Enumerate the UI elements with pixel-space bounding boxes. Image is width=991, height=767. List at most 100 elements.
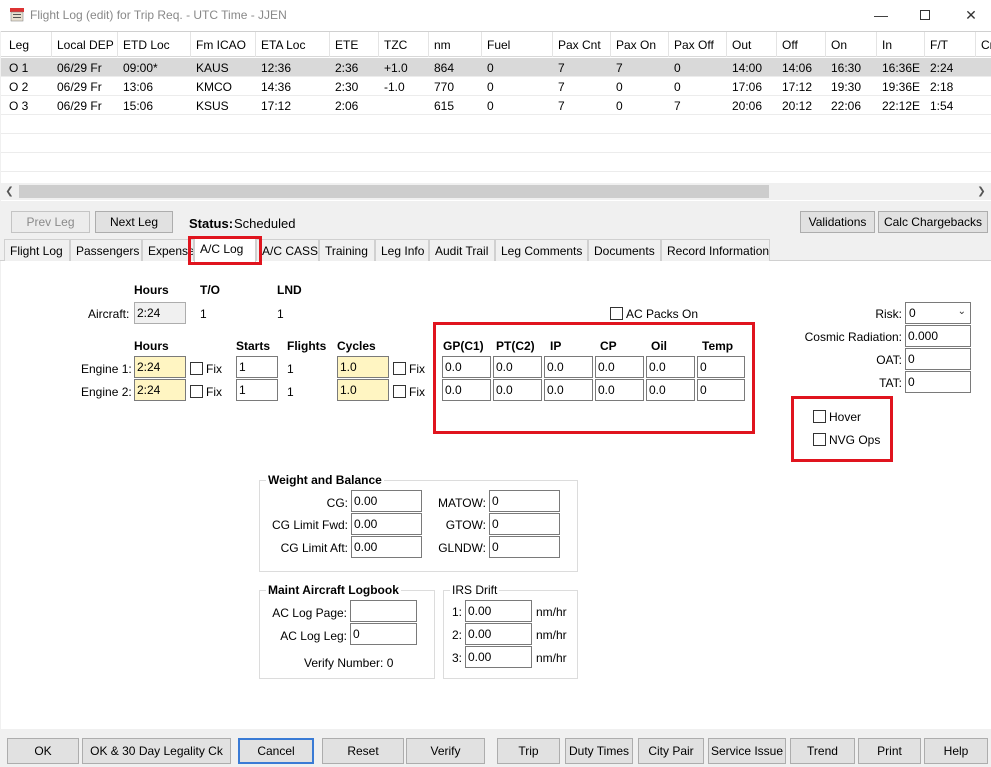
grid-col-header[interactable]: In — [882, 38, 892, 52]
ok-button[interactable]: OK — [7, 738, 79, 764]
duty-times-button[interactable]: Duty Times — [565, 738, 633, 764]
cg-limit-aft-field[interactable]: 0.00 — [351, 536, 422, 558]
engine2-cycles-fix-checkbox[interactable] — [393, 385, 406, 398]
engine1-cycles-fix-checkbox[interactable] — [393, 362, 406, 375]
grid-horizontal-scrollbar[interactable]: ❮ ❯ — [1, 183, 991, 200]
tab-expenses[interactable]: Expenses — [142, 239, 194, 261]
grid-col-separator[interactable] — [552, 32, 553, 57]
grid-col-header[interactable]: Off — [782, 38, 798, 52]
engine2-starts-field[interactable]: 1 — [236, 379, 278, 401]
tab-documents[interactable]: Documents — [588, 239, 661, 261]
tab-flight-log[interactable]: Flight Log — [4, 239, 70, 261]
tat-field[interactable]: 0 — [905, 371, 971, 393]
table-row[interactable]: O 2 06/29 Fr 13:06 KMCO 14:36 2:30 -1.0 770 0 7 0 0… — [1, 77, 991, 96]
grid-col-header[interactable]: Pax Off — [674, 38, 714, 52]
grid-col-header[interactable]: ETA Loc — [261, 38, 305, 52]
ok-30-day-legality-button[interactable]: OK & 30 Day Legality Ck — [82, 738, 231, 764]
tab-training[interactable]: Training — [319, 239, 375, 261]
gtow-field[interactable]: 0 — [489, 513, 560, 535]
legs-grid[interactable]: Leg Local DEP ETD Loc Fm ICAO ETA Loc ETE TZC n… — [1, 31, 991, 201]
grid-col-header[interactable]: ETE — [335, 38, 358, 52]
service-issue-button[interactable]: Service Issue — [708, 738, 786, 764]
table-cell: 864 — [434, 61, 455, 75]
cg-limit-fwd-field[interactable]: 0.00 — [351, 513, 422, 535]
next-leg-button[interactable]: Next Leg — [95, 211, 173, 233]
reset-button[interactable]: Reset — [322, 738, 404, 764]
calc-chargebacks-button[interactable]: Calc Chargebacks — [878, 211, 988, 233]
engine1-starts-field[interactable]: 1 — [236, 356, 278, 378]
risk-select[interactable]: 0 ⌄ — [905, 302, 971, 324]
ac-packs-on-checkbox[interactable] — [610, 307, 623, 320]
grid-col-separator[interactable] — [117, 32, 118, 57]
grid-col-header[interactable]: Fm ICAO — [196, 38, 246, 52]
grid-col-separator[interactable] — [378, 32, 379, 57]
minimize-button[interactable]: — — [858, 4, 904, 26]
grid-col-header[interactable]: Cr — [981, 38, 991, 52]
grid-col-separator[interactable] — [428, 32, 429, 57]
prev-leg-button[interactable]: Prev Leg — [11, 211, 90, 233]
print-button[interactable]: Print — [858, 738, 921, 764]
city-pair-button[interactable]: City Pair — [638, 738, 704, 764]
engine1-hours-field[interactable]: 2:24 — [134, 356, 186, 378]
tab-ac-cass[interactable]: A/C CASS — [256, 239, 319, 261]
scroll-thumb[interactable] — [19, 185, 769, 198]
grid-col-separator[interactable] — [255, 32, 256, 57]
engine2-hours-field[interactable]: 2:24 — [134, 379, 186, 401]
irs-3-field[interactable]: 0.00 — [465, 646, 532, 668]
irs-1-field[interactable]: 0.00 — [465, 600, 532, 622]
tab-audit-trail[interactable]: Audit Trail — [429, 239, 495, 261]
aircraft-hours-field[interactable]: 2:24 — [134, 302, 186, 324]
tab-leg-info[interactable]: Leg Info — [375, 239, 429, 261]
scroll-left-icon[interactable]: ❮ — [1, 183, 18, 200]
scroll-right-icon[interactable]: ❯ — [973, 183, 990, 200]
grid-col-separator[interactable] — [776, 32, 777, 57]
matow-field[interactable]: 0 — [489, 490, 560, 512]
glndw-field[interactable]: 0 — [489, 536, 560, 558]
grid-col-header[interactable]: Leg — [9, 38, 29, 52]
trip-button[interactable]: Trip — [497, 738, 560, 764]
grid-col-header[interactable]: Pax On — [616, 38, 656, 52]
ac-log-page-field[interactable] — [350, 600, 417, 622]
ac-log-leg-field[interactable]: 0 — [350, 623, 417, 645]
help-button[interactable]: Help — [924, 738, 988, 764]
grid-col-separator[interactable] — [190, 32, 191, 57]
grid-col-separator[interactable] — [329, 32, 330, 57]
grid-col-header[interactable]: Local DEP — [57, 38, 114, 52]
close-button[interactable]: ✕ — [948, 4, 991, 26]
grid-col-header[interactable]: F/T — [930, 38, 948, 52]
validations-button[interactable]: Validations — [800, 211, 875, 233]
grid-col-separator[interactable] — [876, 32, 877, 57]
engine2-hours-fix-checkbox[interactable] — [190, 385, 203, 398]
grid-col-header[interactable]: TZC — [384, 38, 407, 52]
table-row[interactable]: O 3 06/29 Fr 15:06 KSUS 17:12 2:06 615 0 7 0 7 20:0… — [1, 96, 991, 115]
tab-passengers[interactable]: Passengers — [70, 239, 142, 261]
grid-col-separator[interactable] — [975, 32, 976, 57]
grid-col-header[interactable]: Out — [732, 38, 751, 52]
grid-col-header[interactable]: On — [831, 38, 847, 52]
verify-button[interactable]: Verify — [406, 738, 485, 764]
grid-col-header[interactable]: Fuel — [487, 38, 510, 52]
grid-col-separator[interactable] — [726, 32, 727, 57]
grid-col-separator[interactable] — [51, 32, 52, 57]
grid-col-header[interactable]: ETD Loc — [123, 38, 170, 52]
grid-col-separator[interactable] — [668, 32, 669, 57]
tab-record-information[interactable]: Record Information — [661, 239, 770, 261]
grid-col-header[interactable]: Pax Cnt — [558, 38, 601, 52]
engine1-hours-fix-checkbox[interactable] — [190, 362, 203, 375]
tab-leg-comments[interactable]: Leg Comments — [495, 239, 588, 261]
grid-col-header[interactable]: nm — [434, 38, 451, 52]
maximize-button[interactable] — [902, 4, 948, 26]
engine1-cycles-field[interactable]: 1.0 — [337, 356, 389, 378]
irs-2-field[interactable]: 0.00 — [465, 623, 532, 645]
grid-col-separator[interactable] — [481, 32, 482, 57]
trend-button[interactable]: Trend — [790, 738, 855, 764]
cosmic-radiation-field[interactable]: 0.000 — [905, 325, 971, 347]
grid-col-separator[interactable] — [825, 32, 826, 57]
grid-col-separator[interactable] — [924, 32, 925, 57]
oat-field[interactable]: 0 — [905, 348, 971, 370]
grid-col-separator[interactable] — [610, 32, 611, 57]
table-row[interactable]: O 1 06/29 Fr 09:00* KAUS 12:36 2:36 +1.0 864 0 7 7… — [1, 58, 991, 77]
cg-field[interactable]: 0.00 — [351, 490, 422, 512]
cancel-button[interactable]: Cancel — [238, 738, 314, 764]
engine2-cycles-field[interactable]: 1.0 — [337, 379, 389, 401]
